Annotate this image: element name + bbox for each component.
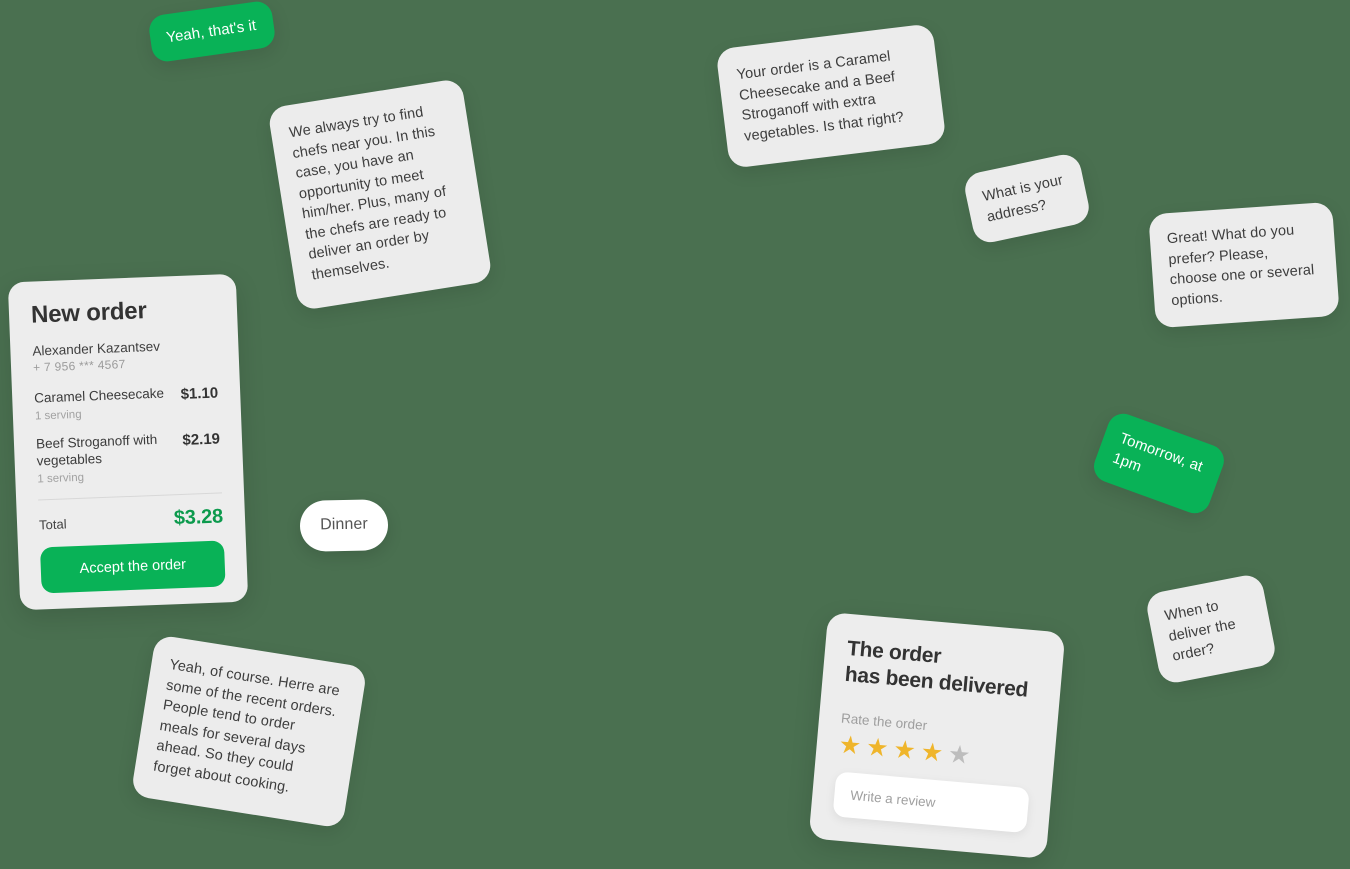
- order-total-label: Total: [38, 516, 67, 533]
- order-item-info: Beef Stroganoff with vegetables 1 servin…: [36, 431, 176, 485]
- bubble-tomorrow-at-1pm: Tomorrow, at 1pm: [1089, 409, 1229, 518]
- star-icon-3[interactable]: ★: [892, 735, 917, 765]
- bubble-what-is-your-address: What is your address?: [961, 151, 1093, 246]
- write-a-review-input[interactable]: [832, 770, 1030, 833]
- bubble-yeah-thats-it: Yeah, that's it: [147, 0, 277, 64]
- chat-canvas: Yeah, that's it We always try to find ch…: [0, 0, 1350, 869]
- order-item-info: Caramel Cheesecake 1 serving: [33, 385, 174, 423]
- bubble-when-to-deliver: When to deliver the order?: [1144, 572, 1278, 686]
- order-card-divider: [38, 492, 223, 501]
- order-total-value: $3.28: [173, 505, 224, 529]
- order-total-row: Total $3.28: [39, 505, 224, 535]
- star-icon-2[interactable]: ★: [865, 732, 890, 762]
- bubble-order-confirmation: Your order is a Caramel Cheesecake and a…: [715, 23, 947, 170]
- order-item-row: Beef Stroganoff with vegetables 1 servin…: [36, 429, 222, 485]
- new-order-card: New order Alexander Kazantsev + 7 956 **…: [7, 273, 249, 610]
- chip-dinner[interactable]: Dinner: [299, 499, 389, 552]
- order-item-row: Caramel Cheesecake 1 serving $1.10: [34, 384, 219, 423]
- order-delivered-card: The order has been delivered Rate the or…: [808, 612, 1066, 859]
- order-item-name: Caramel Cheesecake: [33, 385, 165, 406]
- order-item-serving: 1 serving: [34, 408, 82, 423]
- bubble-recent-orders: Yeah, of course. Herre are some of the r…: [130, 634, 368, 830]
- accept-the-order-button[interactable]: Accept the order: [39, 540, 226, 594]
- order-card-title: New order: [30, 297, 148, 329]
- bubble-what-do-you-prefer: Great! What do you prefer? Please, choos…: [1148, 201, 1340, 329]
- star-icon-4[interactable]: ★: [920, 737, 945, 767]
- order-item-name: Beef Stroganoff with vegetables: [35, 431, 158, 469]
- order-item-price: $2.19: [182, 430, 221, 449]
- star-icon-1[interactable]: ★: [838, 730, 863, 760]
- order-item-price: $1.10: [180, 384, 219, 403]
- order-item-serving: 1 serving: [37, 471, 85, 486]
- star-icon-5[interactable]: ★: [947, 740, 972, 770]
- delivered-card-title: The order has been delivered: [843, 636, 1029, 702]
- bubble-chefs-near-you: We always try to find chefs near you. In…: [267, 77, 493, 311]
